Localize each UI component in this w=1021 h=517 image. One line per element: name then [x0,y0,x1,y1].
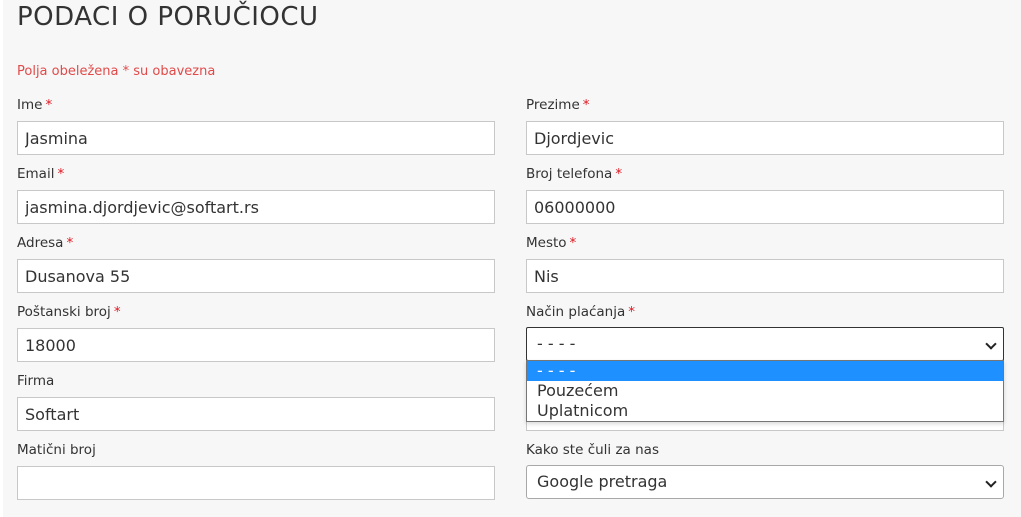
chevron-down-icon [985,476,997,488]
required-star: * [569,235,577,251]
mesto-label: Mesto * [526,234,576,252]
adresa-label-text: Adresa [17,235,64,251]
placanje-label-text: Način plaćanja [526,304,626,320]
required-star: * [66,235,74,251]
required-star: * [45,97,53,113]
page-title: PODACI O PORUČIOCU [17,2,319,32]
placanje-option[interactable]: Uplatnicom [527,401,1003,421]
required-star: * [582,97,590,113]
telefon-label-text: Broj telefona [526,166,613,182]
mesto-label-text: Mesto [526,235,567,251]
firma-label-text: Firma [17,373,55,389]
email-label: Email * [17,165,64,183]
kako-selected-value: Google pretraga [537,472,668,491]
chevron-down-icon [985,338,997,350]
email-input[interactable] [17,190,495,224]
required-star: * [113,304,121,320]
placanje-dropdown-list: - - - - Pouzećem Uplatnicom [526,360,1004,422]
prezime-label: Prezime * [526,96,590,114]
adresa-input[interactable] [17,259,495,293]
ime-label: Ime * [17,96,52,114]
placanje-selected-value: - - - - [537,334,576,353]
postanski-label-text: Poštanski broj [17,304,111,320]
maticni-label-text: Matični broj [17,442,96,458]
ime-label-text: Ime [17,97,43,113]
firma-label: Firma [17,372,54,390]
required-star: * [57,166,65,182]
kako-label-text: Kako ste čuli za nas [526,442,659,458]
prezime-label-text: Prezime [526,97,580,113]
email-label-text: Email [17,166,55,182]
required-star: * [628,304,636,320]
kako-select[interactable]: Google pretraga [526,465,1004,499]
placanje-label: Način plaćanja * [526,303,635,321]
maticni-label: Matični broj [17,441,96,459]
prezime-input[interactable] [526,121,1004,155]
placanje-option[interactable]: Pouzećem [527,381,1003,401]
postanski-label: Poštanski broj * [17,303,121,321]
required-star: * [615,166,623,182]
firma-input[interactable] [17,397,495,431]
ime-input[interactable] [17,121,495,155]
placanje-select[interactable]: - - - - [526,327,1004,361]
postanski-input[interactable] [17,328,495,362]
required-fields-note: Polja obeležena * su obavezna [17,64,216,79]
telefon-input[interactable] [526,190,1004,224]
kako-label: Kako ste čuli za nas [526,441,659,459]
maticni-input[interactable] [17,466,495,500]
telefon-label: Broj telefona * [526,165,622,183]
mesto-input[interactable] [526,259,1004,293]
placanje-option[interactable]: - - - - [527,361,1003,381]
adresa-label: Adresa * [17,234,73,252]
